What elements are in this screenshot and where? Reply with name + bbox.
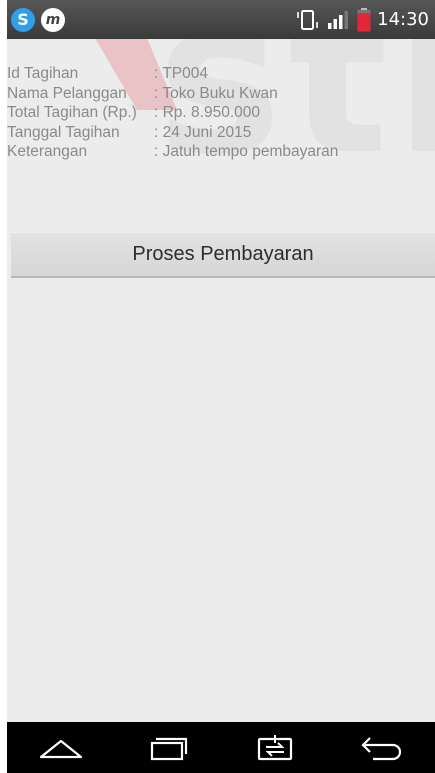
recent-apps-icon[interactable] xyxy=(138,728,198,768)
detail-row-customer: Nama Pelanggan : Toko Buku Kwan xyxy=(7,84,338,104)
s-app-icon: S xyxy=(11,7,35,32)
customer-value: : Toko Buku Kwan xyxy=(154,84,278,102)
home-icon[interactable] xyxy=(31,728,91,768)
app-screen: stil S m xyxy=(7,0,435,773)
id-label: Id Tagihan xyxy=(7,65,79,82)
note-value: : Jatuh tempo pembayaran xyxy=(154,143,339,160)
status-bar: S m 14:30 xyxy=(7,0,435,39)
detail-row-id: Id Tagihan : TP004 xyxy=(7,64,338,84)
clock: 14:30 xyxy=(377,9,429,30)
customer-label: Nama Pelanggan xyxy=(7,84,127,102)
vibrate-icon xyxy=(295,9,321,31)
detail-row-total: Total Tagihan (Rp.) : Rp. 8.950.000 xyxy=(7,103,338,123)
navigation-bar xyxy=(7,722,435,773)
id-value: : TP004 xyxy=(154,65,209,82)
date-value: : 24 Juni 2015 xyxy=(154,123,252,141)
date-label: Tanggal Tagihan xyxy=(7,123,120,141)
back-icon[interactable] xyxy=(352,728,412,768)
invoice-details: Id Tagihan : TP004 Nama Pelanggan : Toko… xyxy=(7,64,338,162)
detail-row-note: Keterangan : Jatuh tempo pembayaran xyxy=(7,142,338,162)
total-value: : Rp. 8.950.000 xyxy=(154,104,260,121)
dual-window-icon[interactable] xyxy=(245,728,305,768)
battery-icon xyxy=(357,7,371,32)
process-payment-button[interactable]: Proses Pembayaran xyxy=(11,232,435,278)
detail-row-date: Tanggal Tagihan : 24 Juni 2015 xyxy=(7,123,338,143)
signal-icon xyxy=(327,9,351,31)
m-app-icon: m xyxy=(41,7,65,32)
note-label: Keterangan xyxy=(7,143,88,160)
total-label: Total Tagihan (Rp.) xyxy=(7,104,137,121)
